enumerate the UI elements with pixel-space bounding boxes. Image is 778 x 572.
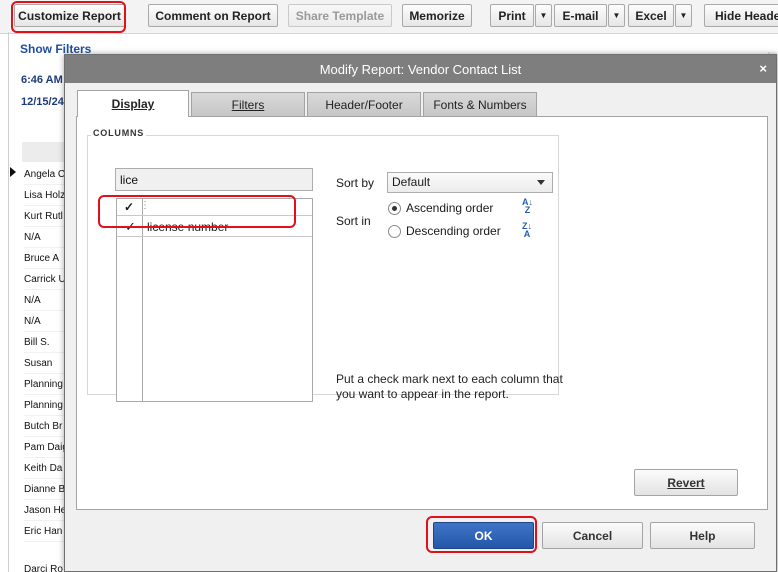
list-item[interactable]: ✓ license number	[117, 215, 312, 237]
help-button[interactable]: Help	[650, 522, 755, 549]
icon-letter: Z	[524, 205, 531, 215]
columns-list[interactable]: ✓ ⋮ ✓ license number	[116, 198, 313, 402]
tab-label: Fonts & Numbers	[433, 97, 527, 112]
radio-button[interactable]	[388, 224, 401, 238]
print-button[interactable]: Print	[490, 4, 534, 27]
sort-descending-icon: Z↓ A	[522, 221, 532, 239]
excel-dropdown-icon[interactable]: ▼	[675, 4, 692, 27]
columns-legend: COLUMNS	[91, 128, 147, 138]
report-left-border	[8, 32, 9, 572]
tab-label: Filters	[231, 97, 265, 112]
columns-group: ✓ ⋮ ✓ license number Sort by Default Sor…	[87, 135, 563, 402]
email-dropdown-icon[interactable]: ▼	[608, 4, 625, 27]
sort-in-label: Sort in	[336, 214, 371, 228]
report-row[interactable]: Kurt Rutl	[24, 206, 66, 227]
report-row[interactable]: Lisa Holz	[24, 185, 66, 206]
report-column-header	[22, 142, 67, 162]
current-row-pointer-icon	[10, 167, 16, 177]
report-row[interactable]: Carrick U	[24, 269, 66, 290]
report-row[interactable]: Bruce A	[24, 248, 66, 269]
print-dropdown-icon[interactable]: ▼	[535, 4, 552, 27]
tab-header-footer[interactable]: Header/Footer	[307, 92, 421, 116]
report-row[interactable]: Jason He	[24, 500, 66, 521]
column-label: license number	[147, 220, 229, 234]
icon-letter: A	[523, 229, 531, 239]
cancel-button[interactable]: Cancel	[542, 522, 643, 549]
report-row[interactable]: Angela C	[24, 164, 66, 185]
tab-display[interactable]: Display	[77, 90, 189, 117]
report-date: 12/15/24	[21, 96, 64, 108]
check-column-header: ✓	[124, 200, 135, 214]
modify-report-dialog: Modify Report: Vendor Contact List × Dis…	[64, 54, 777, 572]
columns-hint-text: Put a check mark next to each column tha…	[336, 372, 563, 401]
sort-by-select[interactable]: Default	[387, 172, 553, 193]
sort-by-text: Sort by	[336, 176, 375, 190]
ascending-order-radio[interactable]: Ascending order	[388, 200, 493, 216]
revert-label: Revert	[667, 475, 705, 490]
report-toolbar: Customize Report Comment on Report Share…	[0, 0, 778, 34]
dialog-title-bar[interactable]: Modify Report: Vendor Contact List ×	[65, 55, 776, 83]
report-name-column: Angela C Lisa Holz Kurt Rutl N/A Bruce A Carr…	[24, 164, 66, 542]
display-tab-panel: ✓ ⋮ ✓ license number Sort by Default Sor…	[76, 116, 768, 510]
report-time: 6:46 AM	[21, 74, 63, 86]
report-row[interactable]: Planning	[24, 395, 66, 416]
report-row[interactable]: Butch Br	[24, 416, 66, 437]
report-row[interactable]: Darci Ro	[24, 564, 66, 572]
report-row[interactable]: Planning	[24, 374, 66, 395]
ascending-order-label: Ascending order	[406, 201, 494, 215]
email-button[interactable]: E-mail	[554, 4, 607, 27]
report-row[interactable]: N/A	[24, 311, 66, 332]
report-row[interactable]: N/A	[24, 290, 66, 311]
customize-report-button[interactable]: Customize Report	[14, 4, 125, 27]
tab-label: Display	[111, 97, 155, 111]
descending-order-radio[interactable]: Descending order	[388, 223, 501, 239]
tab-label: Header/Footer	[325, 97, 403, 112]
report-row[interactable]: Dianne B	[24, 479, 66, 500]
descending-order-label: Descending order	[406, 224, 501, 238]
sort-ascending-icon: A↓ Z	[522, 197, 533, 215]
close-icon[interactable]: ×	[759, 62, 767, 76]
report-row[interactable]: Bill S.	[24, 332, 66, 353]
check-mark-icon[interactable]: ✓	[125, 219, 136, 235]
revert-button[interactable]: Revert	[634, 469, 738, 496]
report-row[interactable]: N/A	[24, 227, 66, 248]
share-template-button[interactable]: Share Template	[288, 4, 392, 27]
chevron-down-icon	[537, 180, 545, 185]
dialog-title: Modify Report: Vendor Contact List	[319, 61, 522, 77]
tab-fonts-numbers[interactable]: Fonts & Numbers	[423, 92, 537, 116]
memorize-button[interactable]: Memorize	[402, 4, 472, 27]
comment-on-report-button[interactable]: Comment on Report	[148, 4, 278, 27]
report-row[interactable]: Eric Han	[24, 521, 66, 542]
sort-by-value: Default	[392, 175, 431, 189]
report-row[interactable]: Keith Da	[24, 458, 66, 479]
column-search-input[interactable]	[115, 168, 313, 191]
radio-button[interactable]	[388, 201, 401, 215]
sort-by-label: Sort by	[336, 176, 374, 190]
tab-filters[interactable]: Filters	[191, 92, 305, 116]
column-resize-grip-icon[interactable]: ⋮	[140, 200, 150, 211]
hide-header-button[interactable]: Hide Heade	[704, 4, 778, 27]
report-row[interactable]: Pam Daig	[24, 437, 66, 458]
excel-button[interactable]: Excel	[628, 4, 674, 27]
report-row[interactable]: Susan	[24, 353, 66, 374]
ok-button[interactable]: OK	[433, 522, 534, 549]
